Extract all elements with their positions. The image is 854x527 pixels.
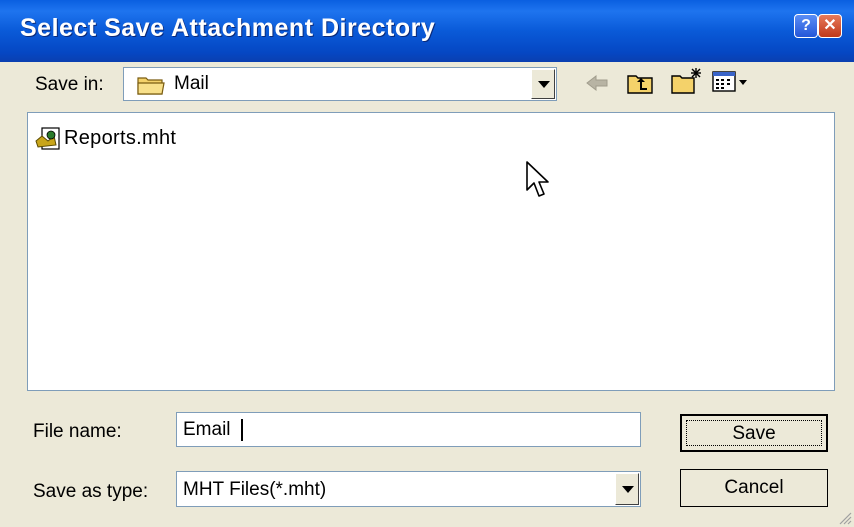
- up-one-level-icon[interactable]: [626, 70, 656, 101]
- new-folder-icon[interactable]: [670, 66, 704, 101]
- title-bar[interactable]: Select Save Attachment Directory ? ✕: [0, 0, 854, 62]
- save-in-value: Mail: [174, 73, 209, 94]
- help-button[interactable]: ?: [794, 14, 818, 38]
- text-caret: [241, 419, 243, 441]
- save-in-combo[interactable]: Mail: [123, 67, 557, 101]
- folder-icon: [136, 74, 166, 101]
- save-attachment-dialog: Select Save Attachment Directory ? ✕ Sav…: [0, 0, 854, 527]
- file-item-label: Reports.mht: [64, 127, 177, 149]
- back-arrow-icon[interactable]: [585, 72, 611, 99]
- close-button[interactable]: ✕: [818, 14, 842, 38]
- save-as-type-combo[interactable]: MHT Files(*.mht): [176, 471, 641, 507]
- mouse-cursor-icon: [525, 160, 551, 207]
- file-name-label: File name:: [33, 421, 122, 442]
- save-as-type-dropdown-button[interactable]: [615, 473, 639, 505]
- file-list[interactable]: Reports.mht: [27, 112, 835, 391]
- window-title: Select Save Attachment Directory: [20, 14, 436, 42]
- chevron-down-icon: [622, 486, 634, 493]
- save-in-label: Save in:: [35, 74, 104, 95]
- chevron-down-icon: [538, 81, 550, 88]
- save-button[interactable]: Save: [680, 414, 828, 452]
- save-in-dropdown-button[interactable]: [531, 69, 555, 99]
- file-name-value: Email: [183, 419, 231, 440]
- save-as-type-label: Save as type:: [33, 481, 149, 502]
- mht-file-icon: [34, 127, 62, 156]
- save-as-type-value: MHT Files(*.mht): [183, 479, 327, 500]
- cancel-button[interactable]: Cancel: [680, 469, 828, 507]
- resize-grip-icon[interactable]: [838, 511, 852, 525]
- view-menu-icon[interactable]: [712, 70, 750, 99]
- file-name-input[interactable]: Email: [176, 412, 641, 447]
